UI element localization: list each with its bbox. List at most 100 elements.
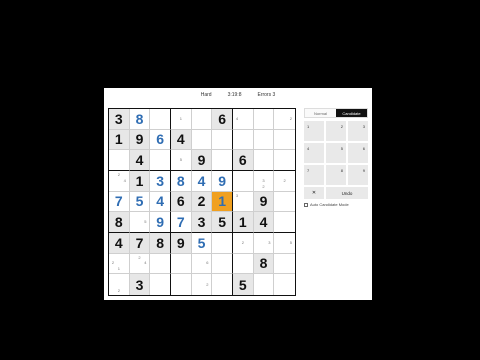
board-cell[interactable]: 8 bbox=[170, 170, 192, 192]
auto-candidate-toggle[interactable]: Auto Candidate Mode bbox=[304, 202, 368, 207]
board-cell[interactable]: 3 bbox=[109, 109, 130, 130]
board-cell[interactable]: 3 bbox=[150, 170, 171, 192]
candidate-notes: 32 bbox=[255, 172, 273, 190]
board-cell[interactable]: 5 bbox=[129, 212, 151, 233]
board-cell[interactable]: 6 bbox=[191, 253, 213, 275]
board-cell[interactable]: 8 bbox=[129, 109, 151, 130]
board-cell[interactable]: 8 bbox=[253, 253, 275, 275]
board-cell[interactable] bbox=[274, 274, 295, 295]
undo-button[interactable]: Undo bbox=[326, 187, 368, 199]
board-cell[interactable]: 6 bbox=[170, 191, 192, 213]
board-cell[interactable] bbox=[274, 192, 295, 213]
board-cell[interactable] bbox=[150, 109, 171, 130]
number-key[interactable]: 7 bbox=[304, 165, 324, 185]
board-cell[interactable]: 3 bbox=[253, 232, 275, 254]
board-cell[interactable]: 6 bbox=[212, 109, 233, 130]
normal-mode-button[interactable]: Normal bbox=[305, 109, 336, 117]
board-cell[interactable]: 24 bbox=[109, 170, 130, 192]
board-cell[interactable] bbox=[191, 109, 213, 130]
board-cell[interactable]: 4 bbox=[191, 170, 213, 192]
board-cell[interactable]: 9 bbox=[253, 191, 275, 213]
board-cell[interactable] bbox=[254, 274, 275, 295]
board-cell[interactable] bbox=[171, 274, 192, 295]
erase-button[interactable]: ✕ bbox=[304, 187, 324, 199]
number-key[interactable]: 2 bbox=[326, 121, 346, 141]
board-cell[interactable]: 5 bbox=[191, 232, 213, 254]
number-key[interactable]: 3 bbox=[348, 121, 368, 141]
board-cell[interactable]: 4 bbox=[129, 150, 151, 171]
number-key[interactable]: 5 bbox=[326, 143, 346, 163]
board-cell[interactable] bbox=[274, 130, 295, 151]
board-cell[interactable] bbox=[212, 274, 233, 295]
candidate-notes: 5 bbox=[275, 234, 294, 252]
board-cell[interactable]: 2 bbox=[274, 109, 295, 130]
board-cell[interactable]: 6 bbox=[150, 129, 171, 151]
board-cell[interactable]: 8 bbox=[150, 232, 171, 254]
board-cell[interactable] bbox=[212, 232, 233, 254]
board-cell[interactable] bbox=[274, 212, 295, 233]
board-cell[interactable] bbox=[232, 170, 254, 192]
board-cell[interactable]: 5 bbox=[129, 191, 151, 213]
board-cell[interactable]: 8 bbox=[109, 212, 130, 233]
board-cell[interactable]: 9 bbox=[129, 129, 151, 151]
board-cell[interactable] bbox=[191, 129, 213, 151]
number-key[interactable]: 4 bbox=[304, 143, 324, 163]
candidate-mode-button[interactable]: Candidate bbox=[336, 109, 367, 117]
board-cell[interactable] bbox=[150, 253, 171, 275]
number-key[interactable]: 1 bbox=[304, 121, 324, 141]
board-cell[interactable] bbox=[212, 150, 233, 171]
board-cell[interactable]: 1 bbox=[129, 170, 151, 192]
board-cell[interactable]: 4 bbox=[232, 109, 254, 130]
number-key[interactable]: 8 bbox=[326, 165, 346, 185]
board-cell[interactable]: 7 bbox=[129, 232, 151, 254]
board-cell[interactable] bbox=[274, 254, 295, 275]
board-cell[interactable]: 4 bbox=[253, 212, 275, 233]
board-cell[interactable]: 9 bbox=[170, 232, 192, 254]
board-cell[interactable] bbox=[232, 129, 254, 151]
board-cell[interactable]: 2 bbox=[232, 232, 254, 254]
board-cell[interactable] bbox=[170, 253, 192, 275]
board-cell[interactable]: 3 bbox=[191, 212, 213, 233]
board-cell[interactable]: 4 bbox=[150, 191, 171, 213]
board-cell[interactable]: 2 bbox=[191, 191, 213, 213]
board-cell[interactable] bbox=[253, 150, 275, 171]
board-cell[interactable]: 9 bbox=[212, 170, 233, 192]
candidate-digit bbox=[288, 246, 294, 252]
board-cell[interactable]: 9 bbox=[191, 150, 213, 171]
board-cell[interactable] bbox=[109, 150, 130, 171]
number-key[interactable]: 6 bbox=[348, 143, 368, 163]
board-cell[interactable]: 3 bbox=[129, 274, 151, 295]
board-cell[interactable]: 7 bbox=[109, 191, 130, 213]
board-cell[interactable] bbox=[232, 253, 254, 275]
board-cell[interactable]: 4 bbox=[109, 232, 130, 254]
board-cell[interactable]: 2 bbox=[109, 274, 130, 295]
board-cell[interactable]: 2 bbox=[274, 171, 295, 192]
board-cell[interactable]: 1 bbox=[109, 129, 130, 151]
auto-candidate-checkbox[interactable] bbox=[304, 202, 308, 207]
board-cell[interactable]: 1 bbox=[212, 191, 233, 213]
board-cell[interactable]: 24 bbox=[129, 253, 151, 275]
number-key[interactable]: 9 bbox=[348, 165, 368, 185]
board-cell[interactable]: 4 bbox=[170, 129, 192, 151]
board-cell[interactable]: 3 bbox=[232, 191, 254, 213]
board-cell[interactable]: 5 bbox=[274, 233, 295, 254]
board-cell[interactable] bbox=[212, 253, 233, 275]
board-cell[interactable] bbox=[253, 129, 275, 151]
board-cell[interactable]: 1 bbox=[170, 109, 192, 130]
board-cell[interactable]: 7 bbox=[170, 212, 192, 233]
board-cell[interactable]: 5 bbox=[232, 274, 254, 295]
board-cell[interactable] bbox=[150, 150, 171, 171]
board-cell[interactable] bbox=[212, 129, 233, 151]
board-cell[interactable]: 6 bbox=[232, 150, 254, 171]
board-cell[interactable]: 9 bbox=[150, 212, 171, 233]
candidate-notes: 2 bbox=[275, 172, 294, 190]
board-cell[interactable]: 32 bbox=[253, 170, 275, 192]
board-cell[interactable]: 5 bbox=[212, 212, 233, 233]
board-cell[interactable] bbox=[274, 150, 295, 171]
board-cell[interactable]: 1 bbox=[232, 212, 254, 233]
board-cell[interactable]: 5 bbox=[170, 150, 192, 171]
board-cell[interactable] bbox=[150, 274, 171, 295]
board-cell[interactable]: 2 bbox=[192, 274, 213, 295]
board-cell[interactable]: 21 bbox=[109, 253, 130, 275]
board-cell[interactable] bbox=[253, 109, 275, 130]
